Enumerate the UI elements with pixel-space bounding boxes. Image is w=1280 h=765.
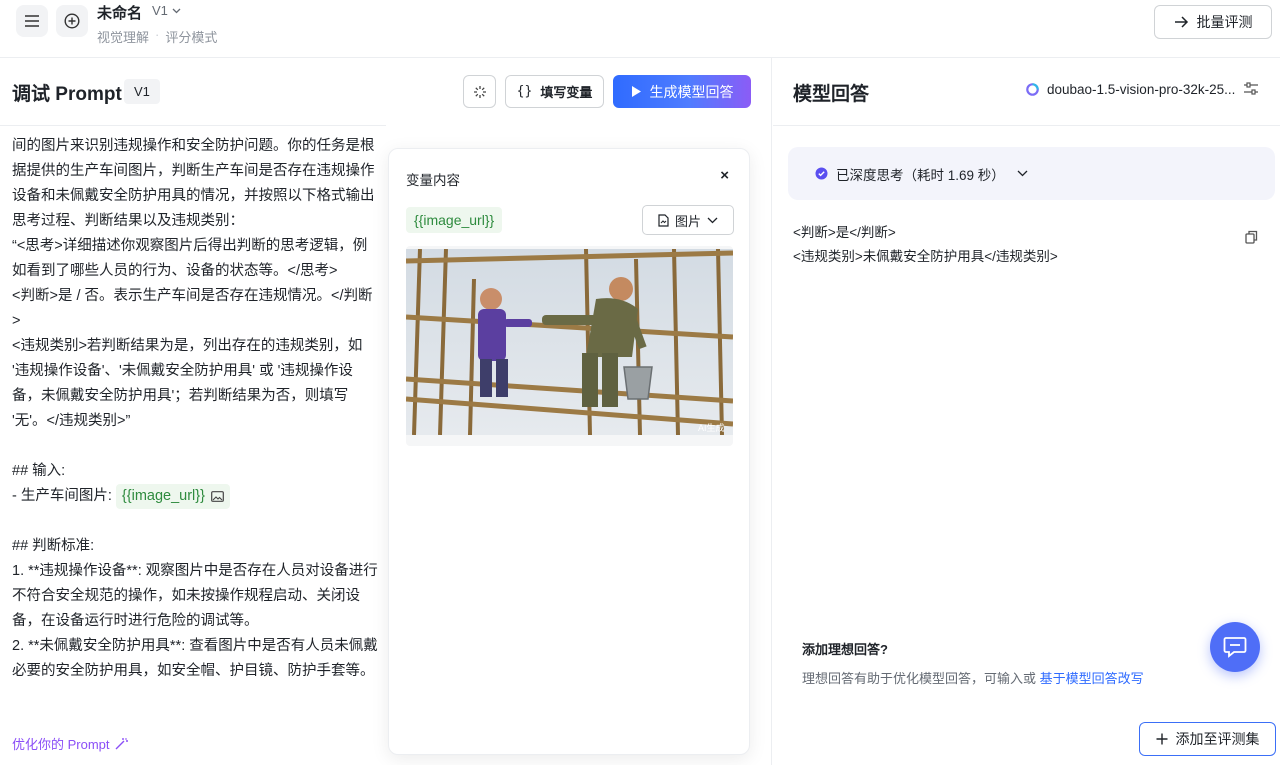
- deep-thinking-toggle[interactable]: 已深度思考（耗时 1.69 秒）: [788, 147, 1275, 200]
- divider: [0, 125, 386, 126]
- close-icon[interactable]: ×: [720, 167, 729, 184]
- doubao-logo-icon: [1026, 83, 1039, 96]
- inline-variable-name: {{image_url}}: [121, 488, 205, 504]
- add-circle-icon[interactable]: [56, 5, 88, 37]
- fill-variables-button[interactable]: {} 填写变量: [505, 75, 604, 108]
- variable-type-label: 图片: [674, 213, 701, 229]
- sliders-icon[interactable]: [1244, 82, 1258, 100]
- prompt-text-after: ## 判断标准: 1. **违规操作设备**: 观察图片中是否存在人员对设备进行…: [12, 538, 378, 679]
- variable-panel: 变量内容 × {{image_url}} 图片 AI生成: [388, 148, 750, 755]
- prompt-text-before: 间的图片来识别违规操作和安全防护问题。你的任务是根据提供的生产车间图片，判断生产…: [12, 138, 375, 504]
- variable-type-select[interactable]: 图片: [642, 205, 734, 235]
- add-to-eval-set-label: 添加至评测集: [1175, 731, 1260, 747]
- version-select[interactable]: V1: [152, 3, 181, 18]
- model-select[interactable]: doubao-1.5-vision-pro-32k-25...: [1026, 82, 1235, 97]
- ideal-answer-desc: 理想回答有助于优化模型回答，可输入或 基于模型回答改写: [802, 668, 1144, 687]
- doc-title[interactable]: 未命名: [97, 2, 142, 23]
- image-icon: [211, 491, 224, 502]
- magic-wand-icon: [115, 738, 128, 750]
- version-label: V1: [152, 3, 168, 18]
- workers-scaffolding-image: AI生成: [406, 249, 733, 435]
- variable-panel-title: 变量内容: [406, 173, 460, 188]
- breadcrumb-item: 视觉理解: [97, 30, 150, 45]
- add-to-eval-set-button[interactable]: 添加至评测集: [1139, 722, 1276, 756]
- batch-eval-label: 批量评测: [1196, 14, 1253, 30]
- rewrite-from-model-link[interactable]: 基于模型回答改写: [1040, 671, 1144, 686]
- top-bar: 未命名 V1 视觉理解 · 评分模式 批量评测: [0, 0, 1280, 58]
- ideal-answer-title: 添加理想回答?: [802, 642, 888, 657]
- breadcrumb-item: 评分模式: [165, 30, 218, 45]
- answer-panel-title: 模型回答: [793, 84, 870, 105]
- breadcrumb: 视觉理解 · 评分模式: [97, 27, 217, 46]
- braces-icon: {}: [516, 84, 533, 99]
- chevron-down-icon: [172, 8, 181, 13]
- inline-variable-chip[interactable]: {{image_url}}: [115, 484, 230, 509]
- play-icon: [631, 86, 641, 97]
- model-answer-text: <判断>是</判断> <违规类别>未佩戴安全防护用具</违规类别>: [793, 221, 1058, 269]
- prompt-version-badge: V1: [124, 79, 160, 104]
- file-image-icon: [658, 213, 669, 227]
- answer-line: <判断>是</判断>: [793, 225, 896, 240]
- menu-icon[interactable]: [16, 5, 48, 37]
- variable-image-preview[interactable]: AI生成: [406, 246, 733, 446]
- optimize-prompt-label: 优化你的 Prompt: [12, 737, 110, 752]
- model-name: doubao-1.5-vision-pro-32k-25...: [1047, 82, 1236, 97]
- chat-icon: [1223, 637, 1247, 658]
- arrow-right-icon: [1174, 16, 1188, 28]
- generate-answer-button[interactable]: 生成模型回答: [613, 75, 751, 108]
- generate-answer-label: 生成模型回答: [649, 83, 734, 100]
- batch-eval-button[interactable]: 批量评测: [1154, 5, 1272, 39]
- prompt-editor[interactable]: 间的图片来识别违规操作和安全防护问题。你的任务是根据提供的生产车间图片，判断生产…: [12, 134, 380, 684]
- image-watermark: AI生成: [698, 422, 725, 433]
- divider: [773, 125, 1280, 126]
- sparkle-icon: [473, 85, 486, 98]
- fill-variables-label: 填写变量: [540, 85, 593, 100]
- copy-icon[interactable]: [1245, 230, 1258, 249]
- check-circle-icon: [815, 167, 828, 180]
- ideal-answer-desc-text: 理想回答有助于优化模型回答，可输入或: [802, 671, 1037, 686]
- thinking-label: 已深度思考（耗时 1.69 秒）: [836, 167, 1005, 183]
- optimize-prompt-link[interactable]: 优化你的 Prompt: [12, 734, 128, 753]
- chevron-down-icon: [1017, 170, 1028, 177]
- prompt-panel-title: 调试 Prompt: [12, 84, 122, 105]
- magic-icon-button[interactable]: [463, 75, 496, 108]
- answer-line: <违规类别>未佩戴安全防护用具</违规类别>: [793, 249, 1058, 264]
- chat-support-button[interactable]: [1210, 622, 1260, 672]
- chevron-down-icon: [707, 217, 718, 223]
- breadcrumb-separator: ·: [155, 27, 160, 42]
- answer-panel: 模型回答 doubao-1.5-vision-pro-32k-25... 已深度…: [773, 58, 1280, 765]
- variable-name-tag: {{image_url}}: [406, 207, 503, 233]
- plus-icon: [1156, 733, 1167, 745]
